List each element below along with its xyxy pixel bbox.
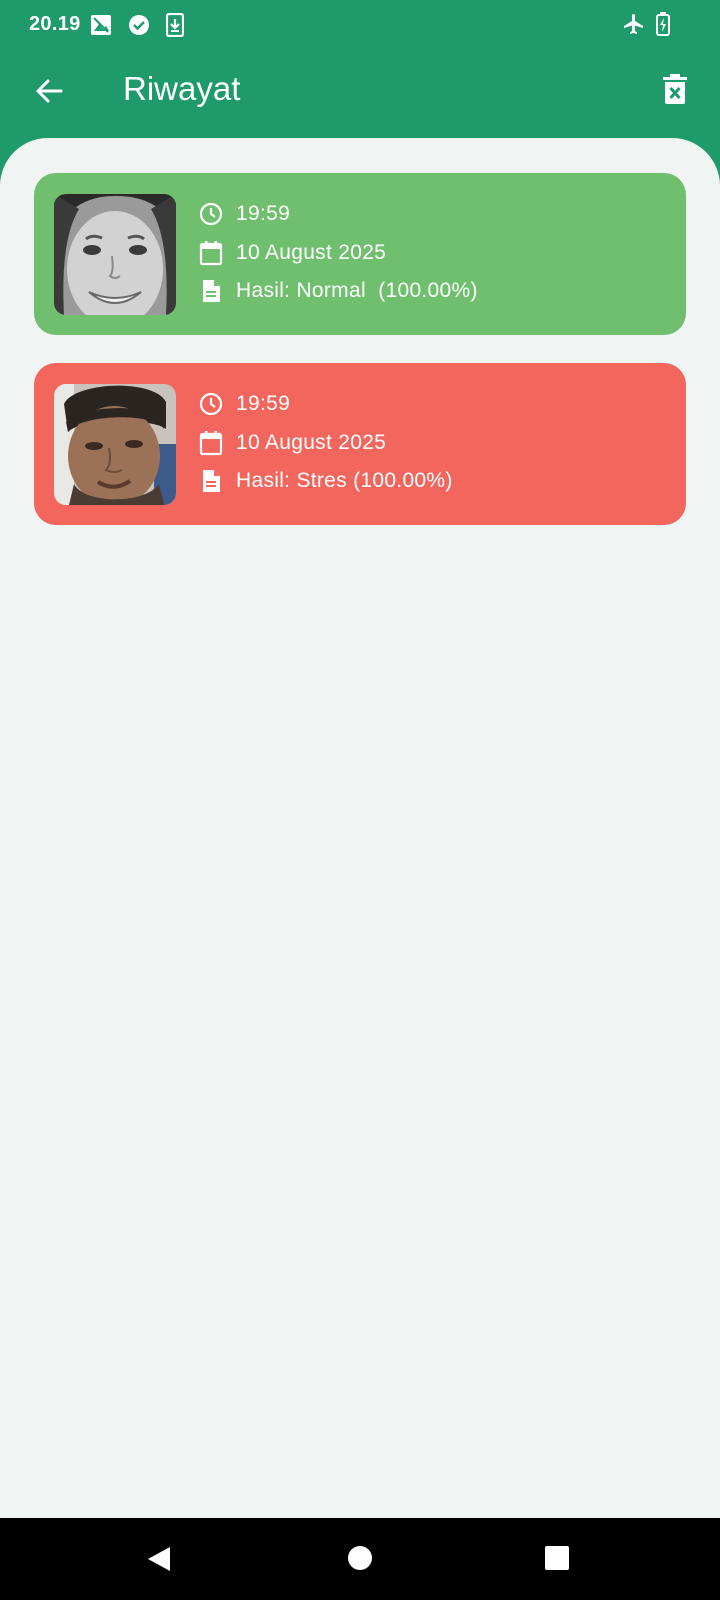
face-thumbnail <box>54 194 176 315</box>
history-item-stress[interactable]: 19:59 10 August 2025 Hasil: Stres (100.0… <box>34 363 686 525</box>
time-row: 19:59 <box>198 391 290 417</box>
document-icon <box>198 468 224 494</box>
home-circle-icon[interactable] <box>348 1546 372 1570</box>
result-row: Hasil: Normal (100.00%) <box>198 278 478 304</box>
document-icon <box>198 278 224 304</box>
history-time: 19:59 <box>236 202 291 225</box>
back-button[interactable] <box>28 72 70 114</box>
history-date: 10 August 2025 <box>236 431 387 454</box>
check-circle-icon <box>128 14 150 41</box>
history-time: 19:59 <box>236 392 291 415</box>
date-row: 10 August 2025 <box>198 240 386 266</box>
history-result: Hasil: Normal (100.00%) <box>236 279 478 302</box>
time-row: 19:59 <box>198 201 290 227</box>
recents-square-icon[interactable] <box>545 1546 569 1570</box>
download-icon <box>165 12 185 42</box>
clock-icon <box>198 201 224 227</box>
history-result: Hasil: Stres (100.00%) <box>236 469 453 492</box>
system-nav-bar <box>0 1518 720 1600</box>
battery-charging-icon <box>656 12 670 41</box>
app-bar: Riwayat <box>0 50 720 140</box>
status-icons-left <box>90 12 185 42</box>
back-triangle-icon[interactable] <box>146 1546 172 1577</box>
arrow-back-icon <box>33 75 65 112</box>
page-title: Riwayat <box>123 70 241 107</box>
history-date: 10 August 2025 <box>236 241 387 264</box>
airplane-icon <box>622 12 646 41</box>
face-thumbnail <box>54 384 176 505</box>
status-bar: 20.19 <box>0 0 720 50</box>
delete-all-button[interactable] <box>652 68 698 114</box>
calendar-icon <box>198 240 224 266</box>
photo-icon <box>90 14 112 41</box>
status-time: 20.19 <box>29 13 81 35</box>
result-row: Hasil: Stres (100.00%) <box>198 468 453 494</box>
status-icons-right <box>622 12 670 41</box>
clock-icon <box>198 391 224 417</box>
history-item-normal[interactable]: 19:59 10 August 2025 Hasil: Normal (100.… <box>34 173 686 335</box>
calendar-icon <box>198 430 224 456</box>
date-row: 10 August 2025 <box>198 430 386 456</box>
delete-sweep-icon <box>662 73 688 110</box>
history-list[interactable]: 19:59 10 August 2025 Hasil: Normal (100.… <box>0 138 720 1518</box>
